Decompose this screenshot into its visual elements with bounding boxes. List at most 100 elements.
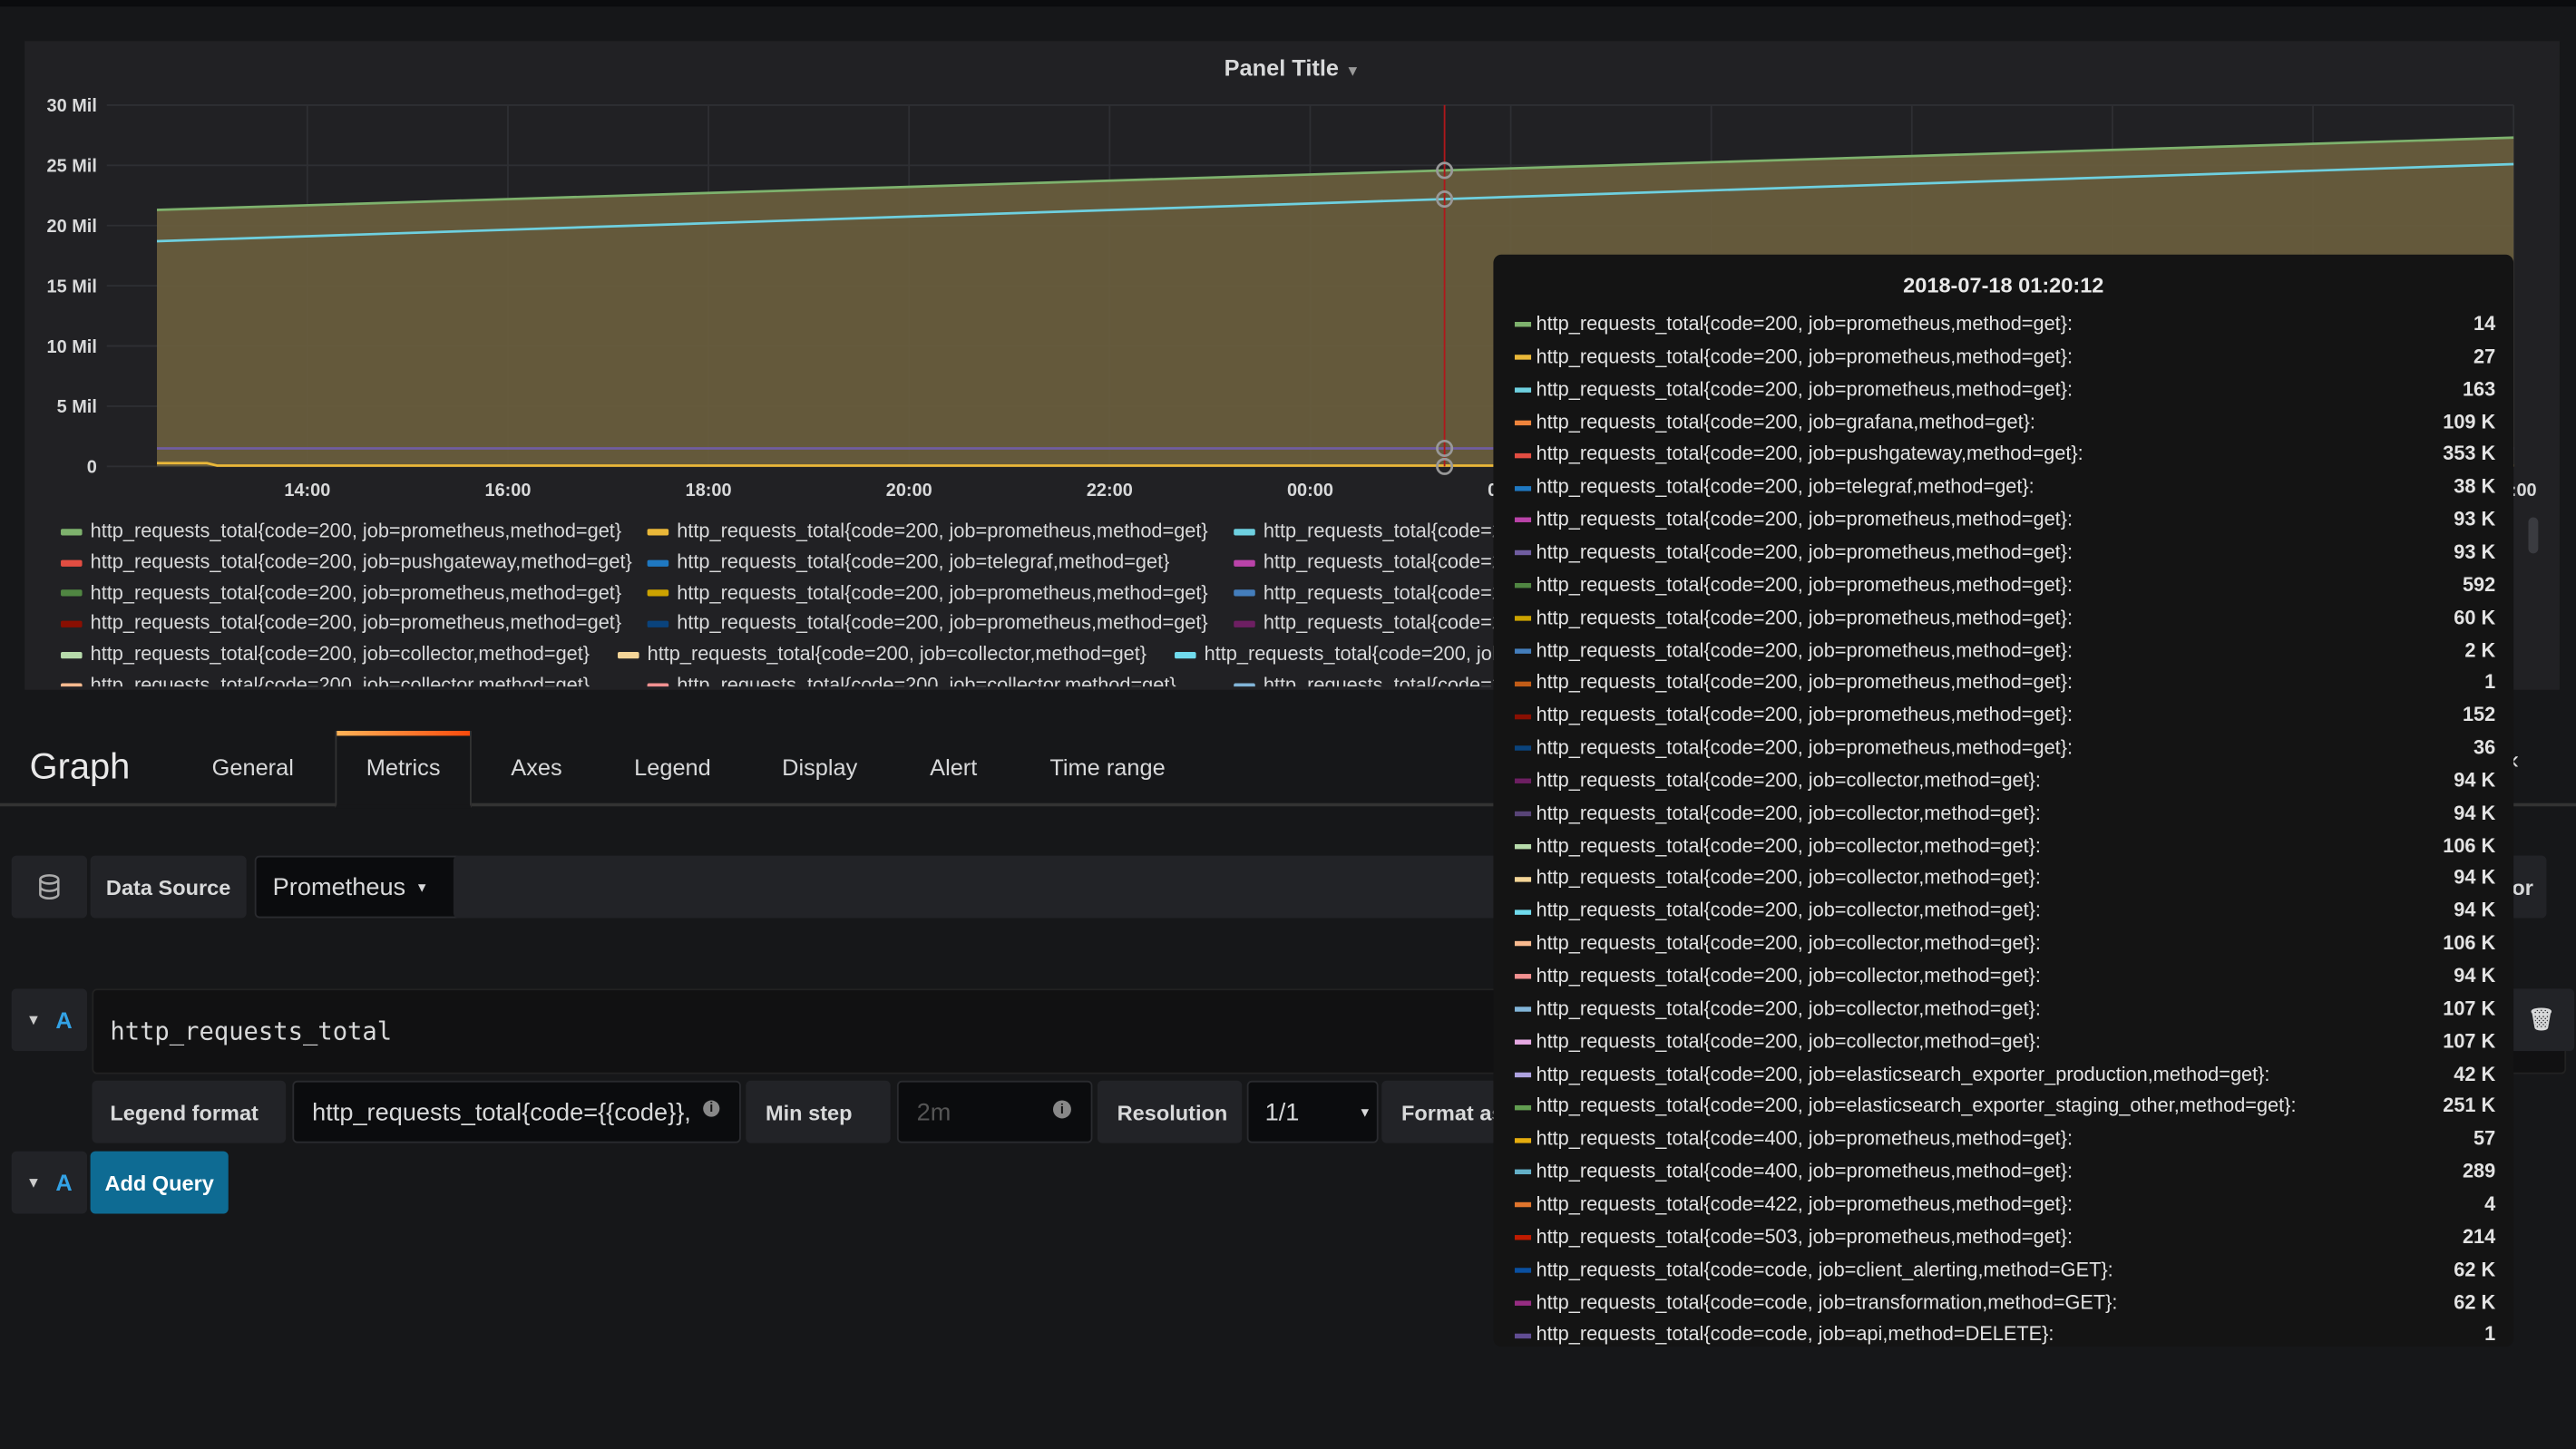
series-label: http_requests_total{code=200, job=promet… <box>1536 507 2073 531</box>
info-icon[interactable]: i <box>703 1100 720 1117</box>
legend-item[interactable]: http_requests_total{code=200, job=promet… <box>61 519 622 542</box>
tooltip-time: 2018-07-18 01:20:12 <box>1903 272 2104 297</box>
database-icon <box>11 855 87 919</box>
x-tick-label: 16:00 <box>485 481 532 501</box>
legend-color-swatch <box>61 621 83 628</box>
legend-color-swatch <box>647 528 669 536</box>
legend-item[interactable]: http_requests_total{code=200, job=promet… <box>61 580 621 604</box>
tooltip-row: http_requests_total{code=200, job=promet… <box>1514 540 2495 573</box>
series-label: http_requests_total{code=200, job=collec… <box>1536 899 2041 922</box>
add-query-row-header: ▼ A <box>11 1151 87 1214</box>
caret-down-icon: ▼ <box>415 879 429 895</box>
legend-item[interactable]: http_requests_total{code=200, job=collec… <box>61 674 590 687</box>
legend-format-input[interactable]: http_requests_total{code={{code}}, <box>292 1080 741 1143</box>
tooltip-row: http_requests_total{code=422, job=promet… <box>1514 1191 2495 1225</box>
series-label: http_requests_total{code=200, job=elasti… <box>1536 1094 2297 1118</box>
legend-item[interactable]: http_requests_total{code=200, job=collec… <box>647 674 1176 687</box>
series-color-swatch <box>1514 355 1532 360</box>
legend-color-swatch <box>61 528 83 536</box>
tab-display[interactable]: Display <box>782 731 857 803</box>
series-value: 289 <box>2462 1159 2496 1183</box>
x-tick-label: 20:00 <box>886 481 932 501</box>
collapse-caret-icon[interactable]: ▼ <box>26 1012 41 1028</box>
series-color-swatch <box>1514 648 1532 654</box>
series-label: http_requests_total{code=200, job=promet… <box>1536 572 2073 597</box>
series-value: 27 <box>2474 345 2496 368</box>
series-label: http_requests_total{code=200, job=pushga… <box>1536 442 2083 466</box>
y-tick-label: 5 Mil <box>57 397 97 417</box>
series-label: http_requests_total{code=200, job=promet… <box>1536 605 2073 629</box>
series-label: http_requests_total{code=200, job=grafan… <box>1536 409 2035 433</box>
legend-item[interactable]: http_requests_total{code=200, job=promet… <box>647 519 1208 542</box>
top-bar <box>0 0 2576 7</box>
resolution-label: Resolution <box>1097 1080 1243 1143</box>
data-source-label: Data Source <box>90 855 247 919</box>
series-label: http_requests_total{code=200, job=promet… <box>1536 540 2073 564</box>
tab-alert[interactable]: Alert <box>930 731 977 803</box>
x-tick-label: 00:00 <box>1287 481 1333 501</box>
legend-item[interactable]: http_requests_total{code=200, job=pushga… <box>61 549 632 573</box>
series-color-swatch <box>1514 714 1532 719</box>
legend-item[interactable]: http_requests_total{code=200, job=promet… <box>647 611 1208 635</box>
tab-metrics[interactable]: Metrics <box>335 730 472 809</box>
tooltip-row: http_requests_total{code=code, job=trans… <box>1514 1290 2495 1323</box>
series-color-swatch <box>1514 745 1532 752</box>
legend-format-label: Legend format <box>92 1080 287 1143</box>
query-row-header[interactable]: ▼ A <box>11 988 87 1052</box>
collapse-caret-icon[interactable]: ▼ <box>26 1174 41 1191</box>
legend-color-swatch <box>61 683 83 687</box>
series-value: 152 <box>2462 703 2496 726</box>
tooltip-row: http_requests_total{code=code, job=clien… <box>1514 1257 2496 1290</box>
series-color-swatch <box>1514 1104 1532 1110</box>
info-icon[interactable]: i <box>1052 1100 1071 1119</box>
series-value: 94 K <box>2454 801 2496 824</box>
series-label: http_requests_total{code=200, job=telegr… <box>1536 474 2034 499</box>
legend-item[interactable]: http_requests_total{code=200, job=collec… <box>618 643 1147 666</box>
series-color-swatch <box>1514 1170 1532 1175</box>
series-color-swatch <box>1514 811 1532 817</box>
series-color-swatch <box>1514 322 1532 328</box>
series-value: 62 K <box>2454 1257 2496 1281</box>
legend-item[interactable]: http_requests_total{code=200, job=promet… <box>647 580 1208 604</box>
grafana-panel-editor: Panel Title ▼ 05 Mil 10 Mil 15 Mil 20 Mil 25 … <box>0 0 2576 1449</box>
series-label: http_requests_total{code=200, job=promet… <box>1536 377 2073 401</box>
series-label: http_requests_total{code=200, job=promet… <box>1536 345 2073 368</box>
legend-item[interactable]: http_requests_total{code=200, job=promet… <box>61 611 621 635</box>
tooltip-row: http_requests_total{code=200, job=promet… <box>1514 345 2496 377</box>
tab-general[interactable]: General <box>212 731 294 803</box>
scrollbar-thumb[interactable] <box>2528 517 2539 554</box>
data-source-select[interactable]: Prometheus ▼ <box>254 855 462 919</box>
x-tick-label: 18:00 <box>686 481 732 501</box>
series-color-swatch <box>1514 420 1532 425</box>
min-step-label: Min step <box>746 1080 891 1143</box>
legend-label: http_requests_total{code=200, job=promet… <box>90 519 622 542</box>
series-label: http_requests_total{code=400, job=promet… <box>1536 1159 2073 1183</box>
tab-time-range[interactable]: Time range <box>1049 731 1165 803</box>
series-color-swatch <box>1514 941 1532 948</box>
series-value: 353 K <box>2443 442 2496 466</box>
caret-down-icon: ▼ <box>1358 1104 1371 1120</box>
series-color-swatch <box>1514 681 1532 686</box>
series-color-swatch <box>1514 1235 1532 1240</box>
legend-item[interactable]: http_requests_total{code=200, job=collec… <box>61 643 590 666</box>
tooltip-row: http_requests_total{code=200, job=collec… <box>1514 833 2495 866</box>
series-color-swatch <box>1514 909 1532 915</box>
tooltip-row: http_requests_total{code=200, job=elasti… <box>1514 1094 2495 1127</box>
series-label: http_requests_total{code=422, job=promet… <box>1536 1191 2073 1216</box>
series-color-swatch <box>1514 1072 1532 1077</box>
series-value: 38 K <box>2454 474 2496 499</box>
series-value: 592 <box>2462 572 2496 597</box>
resolution-select[interactable]: 1/1 ▼ <box>1246 1080 1379 1143</box>
series-value: 57 <box>2474 1126 2496 1151</box>
tab-axes[interactable]: Axes <box>511 731 561 803</box>
legend-label: http_requests_total{code=200, job=pushga… <box>90 549 632 573</box>
series-label: http_requests_total{code=code, job=clien… <box>1536 1257 2113 1281</box>
tab-legend[interactable]: Legend <box>634 731 711 803</box>
add-query-button[interactable]: Add Query <box>90 1151 229 1214</box>
legend-item[interactable]: http_requests_total{code=200, job=telegr… <box>647 549 1169 573</box>
legend-color-swatch <box>1234 559 1255 567</box>
trash-icon[interactable]: 🗑 <box>2508 988 2575 1052</box>
series-label: http_requests_total{code=200, job=collec… <box>1536 1029 2041 1053</box>
tooltip-row: http_requests_total{code=400, job=promet… <box>1514 1126 2496 1160</box>
series-label: http_requests_total{code=code, job=api,m… <box>1536 1322 2054 1347</box>
